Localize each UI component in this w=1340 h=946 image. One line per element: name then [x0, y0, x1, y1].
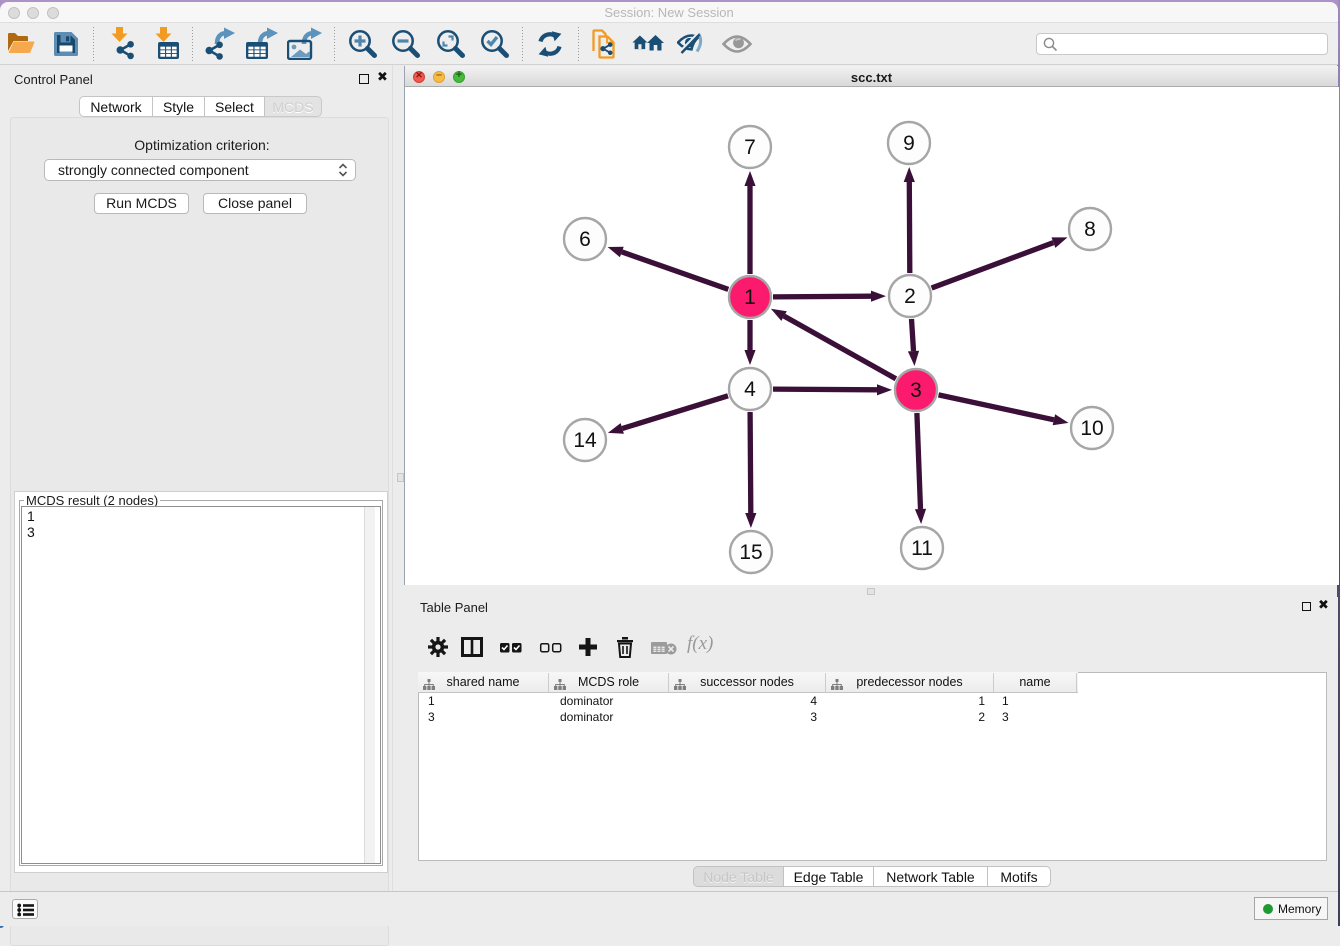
svg-text:10: 10: [1080, 417, 1103, 440]
svg-text:3: 3: [910, 379, 922, 402]
svg-text:9: 9: [903, 132, 915, 155]
svg-text:2: 2: [904, 285, 916, 308]
svg-text:8: 8: [1084, 218, 1096, 241]
svg-text:6: 6: [579, 228, 591, 251]
svg-text:4: 4: [744, 378, 756, 401]
svg-text:14: 14: [573, 429, 597, 452]
svg-text:11: 11: [911, 537, 933, 560]
svg-text:7: 7: [744, 136, 756, 159]
svg-text:15: 15: [739, 541, 762, 564]
svg-text:1: 1: [744, 286, 756, 309]
